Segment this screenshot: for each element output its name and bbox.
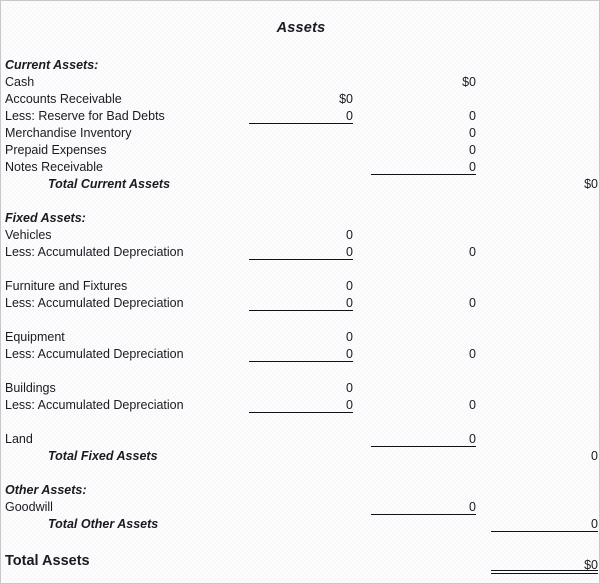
total-label: Total Fixed Assets bbox=[48, 449, 158, 463]
row-spacer bbox=[1, 465, 599, 482]
total-amount: 0 bbox=[591, 449, 598, 463]
subtotal-rule bbox=[249, 361, 353, 362]
table-row: Notes Receivable 0 bbox=[1, 159, 599, 176]
line-item-label: Less: Accumulated Depreciation bbox=[5, 398, 184, 412]
subtotal-rule bbox=[249, 259, 353, 260]
amount-col2: 0 bbox=[469, 109, 476, 123]
subtotal-rule bbox=[371, 514, 476, 515]
line-item-label: Vehicles bbox=[5, 228, 52, 242]
line-item-label: Prepaid Expenses bbox=[5, 143, 107, 157]
table-row: Buildings 0 bbox=[1, 380, 599, 397]
line-item-label: Less: Accumulated Depreciation bbox=[5, 296, 184, 310]
subtotal-rule bbox=[491, 531, 598, 532]
amount-col2: 0 bbox=[469, 398, 476, 412]
line-item-label: Buildings bbox=[5, 381, 56, 395]
section-header-label: Fixed Assets: bbox=[5, 211, 86, 225]
grand-total-double-rule bbox=[491, 570, 598, 574]
row-spacer bbox=[1, 193, 599, 210]
line-item-label: Accounts Receivable bbox=[5, 92, 122, 106]
line-item-label: Merchandise Inventory bbox=[5, 126, 132, 140]
grand-total-label: Total Assets bbox=[5, 553, 90, 569]
line-item-label: Land bbox=[5, 432, 33, 446]
line-item-label: Notes Receivable bbox=[5, 160, 103, 174]
subtotal-rule bbox=[371, 174, 476, 175]
table-row: Land 0 bbox=[1, 431, 599, 448]
row-spacer bbox=[1, 414, 599, 431]
table-row: Equipment 0 bbox=[1, 329, 599, 346]
total-amount: $0 bbox=[584, 177, 598, 191]
section-header-label: Current Assets: bbox=[5, 58, 99, 72]
line-item-label: Less: Accumulated Depreciation bbox=[5, 245, 184, 259]
line-item-label: Furniture and Fixtures bbox=[5, 279, 128, 293]
amount-col2: 0 bbox=[469, 143, 476, 157]
table-row: Merchandise Inventory 0 bbox=[1, 125, 599, 142]
table-row: Furniture and Fixtures 0 bbox=[1, 278, 599, 295]
table-row: Less: Accumulated Depreciation 0 0 bbox=[1, 244, 599, 261]
amount-col1: 0 bbox=[346, 381, 353, 395]
line-item-label: Cash bbox=[5, 75, 35, 89]
total-row-fixed-assets: Total Fixed Assets 0 bbox=[1, 448, 599, 465]
section-header-current-assets: Current Assets: bbox=[1, 57, 599, 74]
table-row: Accounts Receivable $0 bbox=[1, 91, 599, 108]
amount-col1: 0 bbox=[346, 228, 353, 242]
amount-col2: 0 bbox=[469, 296, 476, 310]
grand-total-row: Total Assets $0 bbox=[1, 550, 599, 574]
total-label: Total Other Assets bbox=[48, 517, 159, 531]
table-row: Vehicles 0 bbox=[1, 227, 599, 244]
table-row: Less: Accumulated Depreciation 0 0 bbox=[1, 295, 599, 312]
balance-sheet-page: Assets Current Assets: Cash $0 Accounts … bbox=[0, 0, 600, 584]
amount-col1: 0 bbox=[346, 279, 353, 293]
line-item-label: Goodwill bbox=[5, 500, 53, 514]
table-row: Cash $0 bbox=[1, 74, 599, 91]
subtotal-rule bbox=[371, 446, 476, 447]
row-spacer bbox=[1, 533, 599, 550]
row-spacer bbox=[1, 363, 599, 380]
subtotal-rule bbox=[249, 123, 353, 124]
amount-col2: 0 bbox=[469, 245, 476, 259]
amount-col1: 0 bbox=[346, 330, 353, 344]
page-title: Assets bbox=[1, 19, 599, 37]
section-header-fixed-assets: Fixed Assets: bbox=[1, 210, 599, 227]
subtotal-rule bbox=[249, 412, 353, 413]
table-row: Goodwill 0 bbox=[1, 499, 599, 516]
line-item-label: Less: Reserve for Bad Debts bbox=[5, 109, 165, 123]
table-row: Less: Reserve for Bad Debts 0 0 bbox=[1, 108, 599, 125]
amount-col1: $0 bbox=[339, 92, 353, 106]
amount-col2: 0 bbox=[469, 347, 476, 361]
total-row-other-assets: Total Other Assets 0 bbox=[1, 516, 599, 533]
amount-col2: $0 bbox=[462, 75, 476, 89]
table-row: Less: Accumulated Depreciation 0 0 bbox=[1, 397, 599, 414]
total-row-current-assets: Total Current Assets $0 bbox=[1, 176, 599, 193]
row-spacer bbox=[1, 312, 599, 329]
ledger-body: Current Assets: Cash $0 Accounts Receiva… bbox=[1, 57, 599, 574]
table-row: Less: Accumulated Depreciation 0 0 bbox=[1, 346, 599, 363]
row-spacer bbox=[1, 261, 599, 278]
total-label: Total Current Assets bbox=[48, 177, 171, 191]
line-item-label: Equipment bbox=[5, 330, 65, 344]
page-title-text: Assets bbox=[276, 20, 326, 36]
table-row: Prepaid Expenses 0 bbox=[1, 142, 599, 159]
section-header-other-assets: Other Assets: bbox=[1, 482, 599, 499]
line-item-label: Less: Accumulated Depreciation bbox=[5, 347, 184, 361]
subtotal-rule bbox=[249, 310, 353, 311]
section-header-label: Other Assets: bbox=[5, 483, 87, 497]
amount-col2: 0 bbox=[469, 126, 476, 140]
